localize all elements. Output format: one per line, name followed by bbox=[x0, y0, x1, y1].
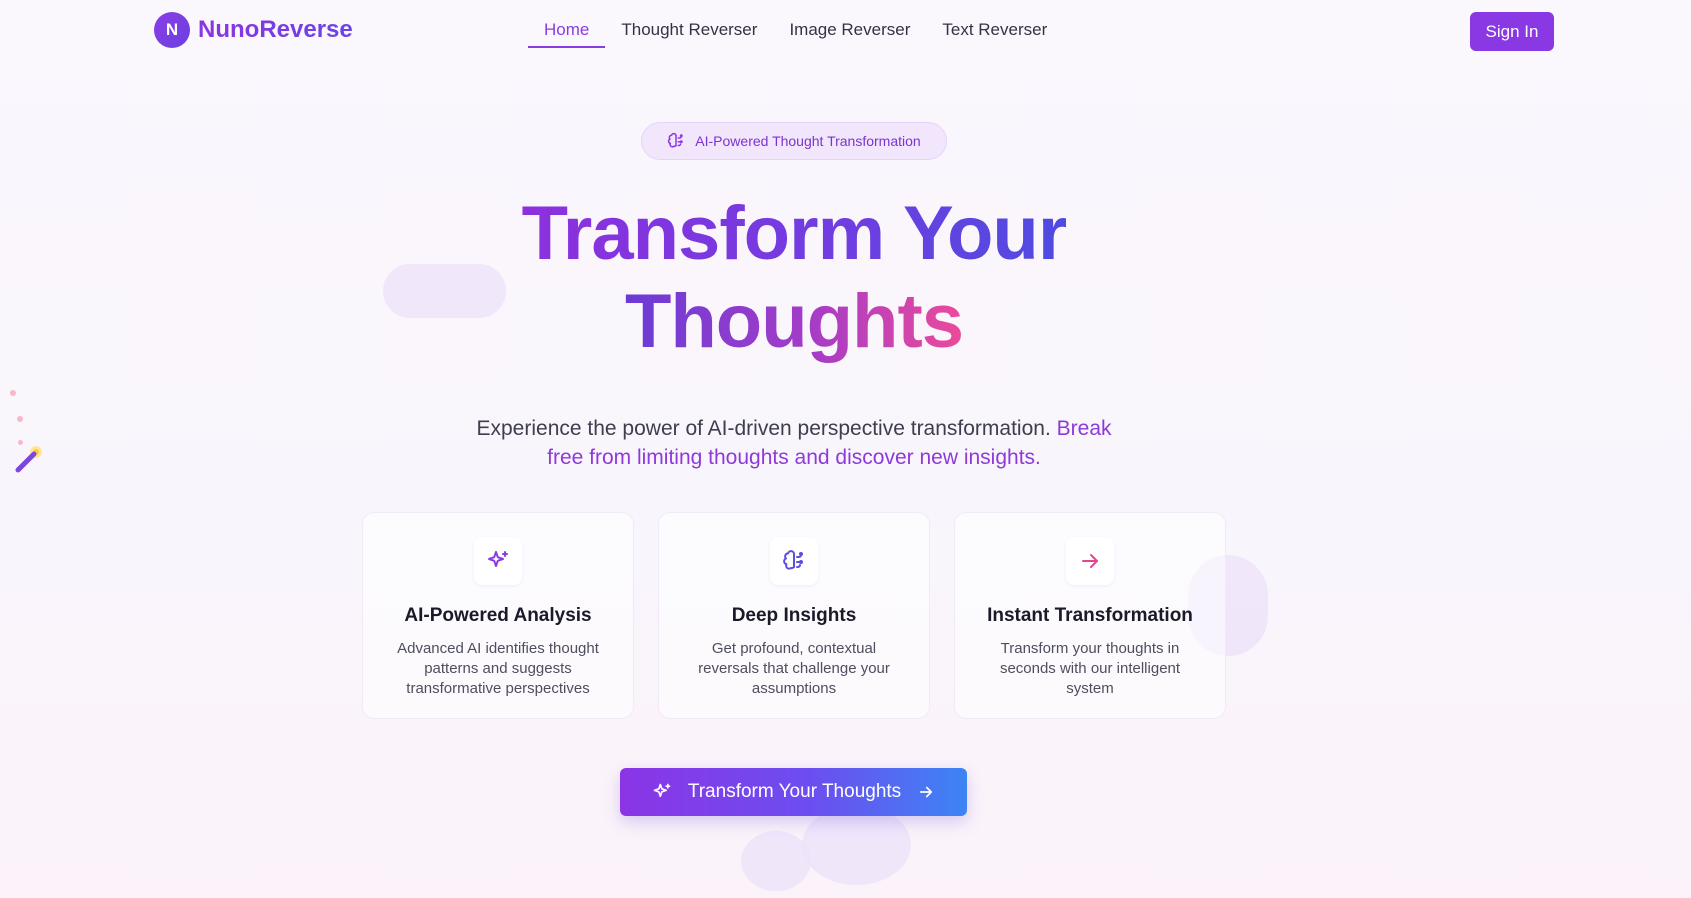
decorative-dot bbox=[17, 416, 23, 422]
hero-title-line-2: Thoughts bbox=[624, 279, 964, 364]
sparkles-icon bbox=[653, 783, 671, 797]
brain-icon bbox=[668, 132, 684, 148]
sparkles-icon bbox=[488, 551, 508, 567]
feature-card-deep-insights: Deep Insights Get profound, contextual r… bbox=[658, 512, 930, 719]
hero-title-line-1: Transform Your bbox=[521, 191, 1068, 276]
card-description: Advanced AI identifies thought patterns … bbox=[397, 640, 599, 697]
brand-logo[interactable]: N NunoReverse bbox=[154, 12, 353, 48]
top-navigation-bar: N NunoReverse Home Thought Reverser Imag… bbox=[0, 0, 1691, 64]
feature-cards: AI-Powered Analysis Advanced AI identifi… bbox=[362, 512, 1226, 719]
subtitle-plain: Experience the power of AI-driven perspe… bbox=[476, 417, 1051, 440]
logo-badge: N bbox=[154, 12, 190, 48]
brand-name: NunoReverse bbox=[198, 16, 353, 43]
main-nav: Home Thought Reverser Image Reverser Tex… bbox=[528, 18, 1063, 48]
nav-item-text-reverser[interactable]: Text Reverser bbox=[926, 18, 1063, 48]
card-icon-wrapper bbox=[770, 537, 818, 585]
card-icon-wrapper bbox=[474, 537, 522, 585]
brain-icon bbox=[783, 550, 803, 570]
feature-card-instant-transformation: Instant Transformation Transform your th… bbox=[954, 512, 1226, 719]
card-title: Deep Insights bbox=[731, 605, 857, 626]
feature-card-ai-analysis: AI-Powered Analysis Advanced AI identifi… bbox=[362, 512, 634, 719]
arrow-right-icon bbox=[920, 786, 933, 798]
card-title: AI-Powered Analysis bbox=[404, 605, 592, 626]
feature-pill-badge: AI-Powered Thought Transformation bbox=[641, 122, 947, 160]
nav-item-image-reverser[interactable]: Image Reverser bbox=[773, 18, 926, 48]
hero-subtitle: Experience the power of AI-driven perspe… bbox=[459, 414, 1129, 472]
card-icon-wrapper bbox=[1066, 537, 1114, 585]
decorative-blob bbox=[741, 831, 811, 891]
magic-wand-icon bbox=[15, 446, 42, 473]
nav-item-home[interactable]: Home bbox=[528, 18, 606, 48]
sign-in-button[interactable]: Sign In bbox=[1470, 12, 1554, 51]
decorative-blob bbox=[802, 805, 911, 885]
decorative-dot bbox=[10, 390, 16, 396]
transform-thoughts-button[interactable]: Transform Your Thoughts bbox=[620, 768, 967, 816]
card-title: Instant Transformation bbox=[987, 605, 1193, 626]
card-description: Transform your thoughts in seconds with … bbox=[999, 640, 1181, 697]
arrow-right-icon bbox=[1082, 554, 1098, 568]
cta-label: Transform Your Thoughts bbox=[687, 781, 902, 802]
hero-title: Transform Your Thoughts bbox=[0, 190, 1588, 366]
nav-item-thought-reverser[interactable]: Thought Reverser bbox=[605, 18, 773, 48]
card-description: Get profound, contextual reversals that … bbox=[698, 640, 890, 697]
pill-text: AI-Powered Thought Transformation bbox=[695, 133, 921, 149]
